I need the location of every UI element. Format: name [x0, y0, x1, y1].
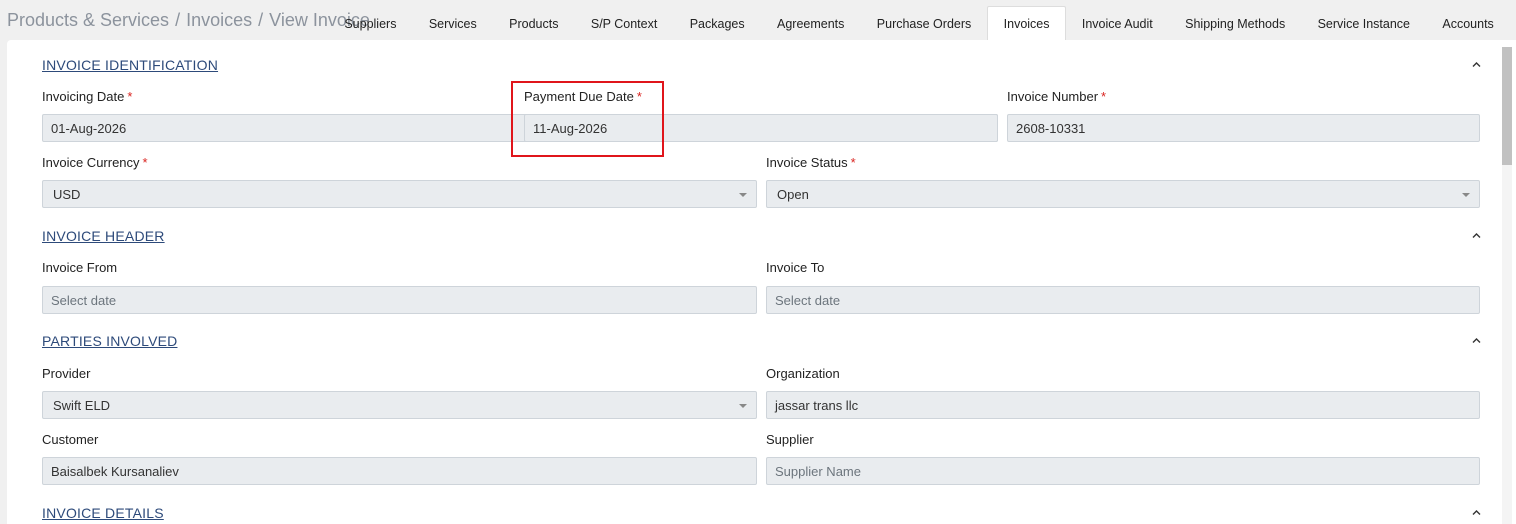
tab-products[interactable]: Products [493, 6, 575, 40]
section-title-parties-involved[interactable]: PARTIES INVOLVED [42, 333, 177, 349]
invoice-from-field[interactable]: Select date [42, 286, 757, 314]
tab-purchase-orders[interactable]: Purchase Orders [861, 6, 988, 40]
provider-select[interactable]: Swift ELD [42, 391, 757, 419]
highlight-box [511, 81, 664, 157]
tab-invoices[interactable]: Invoices [987, 6, 1066, 40]
scrollbar-thumb[interactable] [1502, 47, 1512, 165]
chevron-up-icon[interactable] [1471, 335, 1482, 346]
customer-label: Customer [42, 432, 99, 447]
tab-suppliers[interactable]: Suppliers [328, 6, 413, 40]
provider-label: Provider [42, 366, 91, 381]
invoice-status-select[interactable]: Open [766, 180, 1480, 208]
chevron-up-icon[interactable] [1471, 59, 1482, 70]
tab-sp-context[interactable]: S/P Context [575, 6, 674, 40]
organization-label: Organization [766, 366, 840, 381]
tab-agreements[interactable]: Agreements [761, 6, 861, 40]
content-panel [7, 40, 1516, 524]
tab-shipping-methods[interactable]: Shipping Methods [1169, 6, 1301, 40]
caret-down-icon [739, 404, 747, 408]
section-title-invoice-header[interactable]: INVOICE HEADER [42, 228, 165, 244]
scrollbar[interactable] [1502, 47, 1512, 524]
invoice-to-label: Invoice To [766, 260, 825, 275]
invoice-currency-label: Invoice Currency * [42, 155, 148, 170]
section-title-invoice-details[interactable]: INVOICE DETAILS [42, 505, 164, 521]
tab-services[interactable]: Services [413, 6, 493, 40]
invoicing-date-label: Invoicing Date * [42, 89, 133, 104]
supplier-label: Supplier [766, 432, 814, 447]
invoice-to-field[interactable]: Select date [766, 286, 1480, 314]
invoice-number-field[interactable]: 2608-10331 [1007, 114, 1480, 142]
breadcrumb-separator: / [175, 10, 181, 30]
tab-packages[interactable]: Packages [674, 6, 761, 40]
breadcrumb-separator: / [258, 10, 264, 30]
supplier-field[interactable]: Supplier Name [766, 457, 1480, 485]
breadcrumb: Products & Services / Invoices / View Invoic… [7, 10, 370, 31]
invoice-status-label: Invoice Status * [766, 155, 856, 170]
invoice-from-label: Invoice From [42, 260, 118, 275]
breadcrumb-item-invoices[interactable]: Invoices [186, 10, 252, 30]
chevron-up-icon[interactable] [1471, 507, 1482, 518]
tab-accounts[interactable]: Accounts [1426, 6, 1510, 40]
chevron-up-icon[interactable] [1471, 230, 1482, 241]
top-bar: Products & Services / Invoices / View Invoic… [0, 0, 1516, 40]
tab-invoice-audit[interactable]: Invoice Audit [1066, 6, 1169, 40]
caret-down-icon [739, 193, 747, 197]
invoice-number-label: Invoice Number * [1007, 89, 1107, 104]
caret-down-icon [1462, 193, 1470, 197]
section-title-invoice-identification[interactable]: INVOICE IDENTIFICATION [42, 57, 218, 73]
invoice-currency-select[interactable]: USD [42, 180, 757, 208]
organization-field[interactable]: jassar trans llc [766, 391, 1480, 419]
customer-field[interactable]: Baisalbek Kursanaliev [42, 457, 757, 485]
breadcrumb-item-products-services[interactable]: Products & Services [7, 10, 169, 30]
tab-bar: Suppliers Services Products S/P Context … [328, 6, 1510, 40]
tab-service-instance[interactable]: Service Instance [1301, 6, 1426, 40]
